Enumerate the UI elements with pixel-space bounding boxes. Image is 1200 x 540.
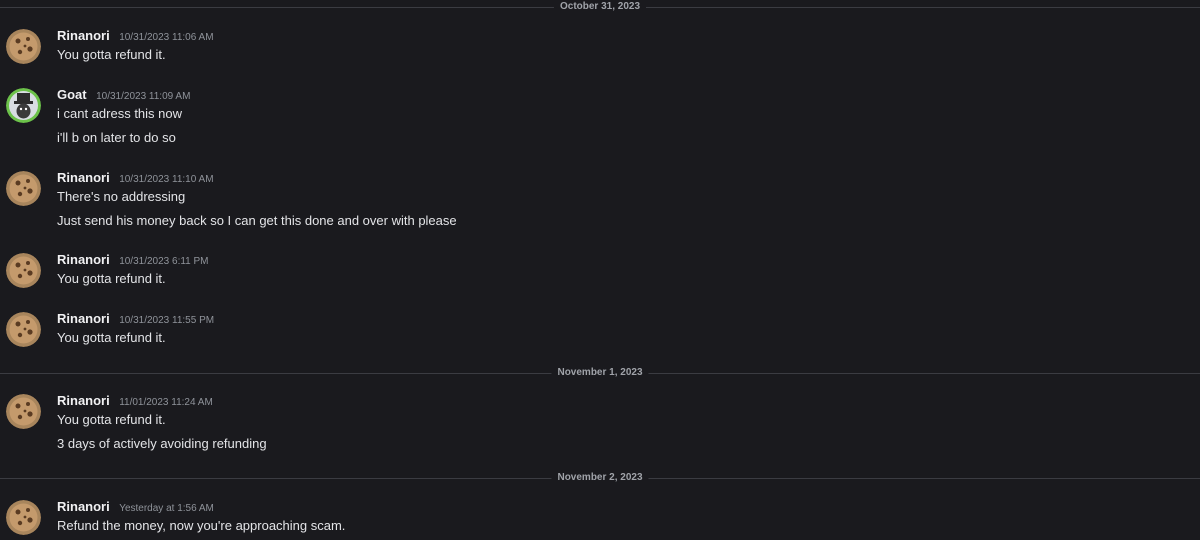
- message-text: There's no addressing: [57, 189, 186, 204]
- cookie-avatar-icon[interactable]: [6, 29, 41, 64]
- date-divider-label: November 2, 2023: [551, 472, 649, 483]
- message-header: Rinanori 11/01/2023 11:24 AM: [57, 392, 213, 410]
- date-divider: November 1, 2023: [0, 367, 1200, 378]
- date-divider: October 31, 2023: [0, 1, 1200, 12]
- date-divider-label: November 1, 2023: [551, 367, 649, 378]
- message-text: Just send his money back so I can get th…: [57, 213, 457, 228]
- author-name[interactable]: Rinanori: [57, 499, 110, 514]
- cookie-avatar-icon[interactable]: [6, 312, 41, 347]
- message-text: 3 days of actively avoiding refunding: [57, 436, 267, 451]
- message-text: i'll b on later to do so: [57, 130, 176, 145]
- message-text: You gotta refund it.: [57, 330, 166, 345]
- message-text: i cant adress this now: [57, 106, 183, 121]
- cookie-avatar-icon[interactable]: [6, 253, 41, 288]
- message-text: You gotta refund it.: [57, 271, 166, 286]
- message-header: Rinanori 10/31/2023 11:10 AM: [57, 169, 214, 187]
- cookie-avatar-icon[interactable]: [6, 171, 41, 206]
- message-header: Rinanori 10/31/2023 6:11 PM: [57, 251, 209, 269]
- author-name[interactable]: Rinanori: [57, 393, 110, 408]
- message-text: You gotta refund it.: [57, 47, 166, 62]
- cookie-avatar-icon[interactable]: [6, 394, 41, 429]
- message-timestamp[interactable]: 11/01/2023 11:24 AM: [119, 397, 213, 408]
- date-divider: November 2, 2023: [0, 472, 1200, 483]
- cookie-avatar-icon[interactable]: [6, 500, 41, 535]
- goat-avatar-icon[interactable]: [6, 88, 41, 123]
- message-timestamp[interactable]: 10/31/2023 11:55 PM: [119, 315, 214, 326]
- message-timestamp[interactable]: 10/31/2023 6:11 PM: [119, 256, 208, 267]
- message-timestamp[interactable]: 10/31/2023 11:10 AM: [119, 174, 213, 185]
- message-timestamp[interactable]: 10/31/2023 11:06 AM: [119, 32, 213, 43]
- message-header: Rinanori 10/31/2023 11:06 AM: [57, 27, 214, 45]
- message-header: Rinanori 10/31/2023 11:55 PM: [57, 310, 214, 328]
- message-header: Rinanori Yesterday at 1:56 AM: [57, 498, 214, 516]
- message-timestamp[interactable]: Yesterday at 1:56 AM: [119, 503, 214, 514]
- message-timestamp[interactable]: 10/31/2023 11:09 AM: [96, 91, 190, 102]
- date-divider-label: October 31, 2023: [553, 1, 647, 12]
- author-name[interactable]: Goat: [57, 87, 87, 102]
- author-name[interactable]: Rinanori: [57, 311, 110, 326]
- message-header: Goat 10/31/2023 11:09 AM: [57, 86, 190, 104]
- message-text: Refund the money, now you're approaching…: [57, 518, 346, 533]
- author-name[interactable]: Rinanori: [57, 252, 110, 267]
- chat-message-list: October 31, 2023 Rinanori 10/31/2023 11:…: [0, 0, 1200, 540]
- message-text: You gotta refund it.: [57, 412, 166, 427]
- author-name[interactable]: Rinanori: [57, 28, 110, 43]
- author-name[interactable]: Rinanori: [57, 170, 110, 185]
